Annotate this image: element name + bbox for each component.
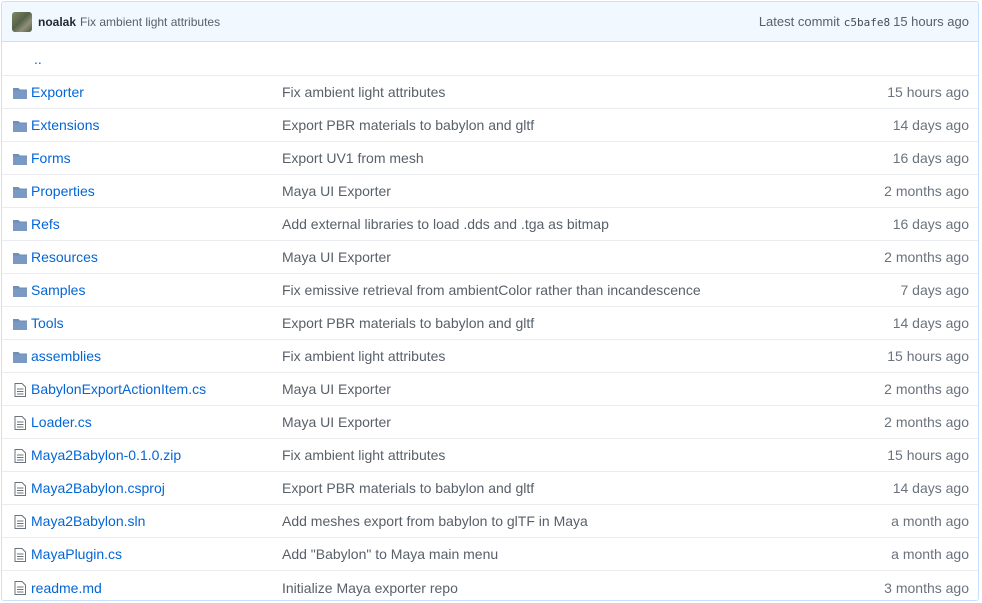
file-icon bbox=[12, 580, 28, 596]
file-name-link[interactable]: Loader.cs bbox=[31, 414, 92, 430]
avatar[interactable] bbox=[12, 11, 32, 32]
parent-directory-row: .. bbox=[2, 42, 978, 76]
file-row[interactable]: Forms Export UV1 from mesh 16 days ago bbox=[2, 142, 978, 175]
commit-age: 15 hours ago bbox=[887, 348, 969, 364]
file-name-link[interactable]: Resources bbox=[31, 249, 98, 265]
file-icon bbox=[12, 547, 28, 563]
commit-age: 2 months ago bbox=[884, 414, 969, 430]
file-name-link[interactable]: Extensions bbox=[31, 117, 99, 133]
file-browser: noalak Fix ambient light attributes Late… bbox=[1, 1, 979, 601]
file-row[interactable]: Exporter Fix ambient light attributes 15 h… bbox=[2, 76, 978, 109]
commit-message-link[interactable]: Add "Babylon" to Maya main menu bbox=[282, 546, 498, 562]
file-name-link[interactable]: Forms bbox=[31, 150, 71, 166]
commit-message-link[interactable]: Maya UI Exporter bbox=[282, 249, 391, 265]
file-icon bbox=[12, 514, 28, 530]
commit-message-link[interactable]: Export PBR materials to babylon and gltf bbox=[282, 117, 534, 133]
commit-age: 16 days ago bbox=[892, 216, 969, 232]
file-icon bbox=[12, 415, 28, 431]
commit-message-link[interactable]: Maya UI Exporter bbox=[282, 414, 391, 430]
file-row[interactable]: Properties Maya UI Exporter 2 months ago bbox=[2, 175, 978, 208]
file-list: Exporter Fix ambient light attributes 15 h… bbox=[2, 76, 978, 600]
file-row[interactable]: MayaPlugin.cs Add "Babylon" to Maya main … bbox=[2, 538, 978, 571]
folder-icon bbox=[12, 316, 28, 332]
file-icon bbox=[12, 481, 28, 497]
commit-age: a month ago bbox=[891, 546, 969, 562]
commit-message-link[interactable]: Maya UI Exporter bbox=[282, 183, 391, 199]
folder-icon bbox=[12, 217, 28, 233]
commit-sha-link[interactable]: c5bafe8 bbox=[844, 16, 890, 29]
file-row[interactable]: Maya2Babylon.sln Add meshes export from b… bbox=[2, 505, 978, 538]
file-row[interactable]: Resources Maya UI Exporter 2 months ago bbox=[2, 241, 978, 274]
commit-author-link[interactable]: noalak bbox=[38, 15, 76, 29]
commit-message-link[interactable]: Fix ambient light attributes bbox=[80, 15, 759, 29]
commit-message-link[interactable]: Initialize Maya exporter repo bbox=[282, 580, 458, 596]
file-name-link[interactable]: Maya2Babylon-0.1.0.zip bbox=[31, 447, 181, 463]
file-row[interactable]: Extensions Export PBR materials to babylo… bbox=[2, 109, 978, 142]
commit-age: 14 days ago bbox=[892, 315, 969, 331]
parent-directory-link[interactable]: .. bbox=[34, 52, 42, 66]
file-row[interactable]: readme.md Initialize Maya exporter repo 3 … bbox=[2, 571, 978, 600]
commit-age: a month ago bbox=[891, 513, 969, 529]
file-name-link[interactable]: Maya2Babylon.csproj bbox=[31, 480, 165, 496]
commit-message-link[interactable]: Fix emissive retrieval from ambientColor… bbox=[282, 282, 701, 298]
commit-age: 2 months ago bbox=[884, 381, 969, 397]
folder-icon bbox=[12, 283, 28, 299]
file-name-link[interactable]: readme.md bbox=[31, 580, 102, 596]
folder-icon bbox=[12, 85, 28, 101]
commit-message-link[interactable]: Fix ambient light attributes bbox=[282, 447, 445, 463]
commit-age: 15 hours ago bbox=[893, 14, 969, 29]
commit-message-link[interactable]: Fix ambient light attributes bbox=[282, 84, 445, 100]
file-icon bbox=[12, 448, 28, 464]
file-row[interactable]: Maya2Babylon.csproj Export PBR materials … bbox=[2, 472, 978, 505]
file-icon bbox=[12, 382, 28, 398]
commit-age: 2 months ago bbox=[884, 249, 969, 265]
commit-age: 16 days ago bbox=[892, 150, 969, 166]
folder-icon bbox=[12, 151, 28, 167]
commit-age: 14 days ago bbox=[892, 117, 969, 133]
folder-icon bbox=[12, 118, 28, 134]
commit-message-link[interactable]: Maya UI Exporter bbox=[282, 381, 391, 397]
file-name-link[interactable]: Samples bbox=[31, 282, 85, 298]
file-row[interactable]: Samples Fix emissive retrieval from ambie… bbox=[2, 274, 978, 307]
commit-age: 14 days ago bbox=[892, 480, 969, 496]
commit-message-link[interactable]: Export PBR materials to babylon and gltf bbox=[282, 315, 534, 331]
commit-message-link[interactable]: Add external libraries to load .dds and … bbox=[282, 216, 609, 232]
file-name-link[interactable]: Properties bbox=[31, 183, 95, 199]
file-name-link[interactable]: MayaPlugin.cs bbox=[31, 546, 122, 562]
file-row[interactable]: Loader.cs Maya UI Exporter 2 months ago bbox=[2, 406, 978, 439]
file-row[interactable]: Refs Add external libraries to load .dds … bbox=[2, 208, 978, 241]
folder-icon bbox=[12, 349, 28, 365]
commit-message-link[interactable]: Export PBR materials to babylon and gltf bbox=[282, 480, 534, 496]
file-row[interactable]: Maya2Babylon-0.1.0.zip Fix ambient light … bbox=[2, 439, 978, 472]
file-name-link[interactable]: Tools bbox=[31, 315, 64, 331]
folder-icon bbox=[12, 250, 28, 266]
file-name-link[interactable]: Maya2Babylon.sln bbox=[31, 513, 145, 529]
latest-commit-info: Latest commit c5bafe8 15 hours ago bbox=[759, 14, 969, 29]
commit-message-link[interactable]: Add meshes export from babylon to glTF i… bbox=[282, 513, 588, 529]
commit-message-link[interactable]: Export UV1 from mesh bbox=[282, 150, 424, 166]
latest-commit-label: Latest commit bbox=[758, 14, 840, 29]
file-row[interactable]: assemblies Fix ambient light attributes 15… bbox=[2, 340, 978, 373]
file-name-link[interactable]: BabylonExportActionItem.cs bbox=[31, 381, 206, 397]
file-row[interactable]: Tools Export PBR materials to babylon and… bbox=[2, 307, 978, 340]
file-row[interactable]: BabylonExportActionItem.cs Maya UI Export… bbox=[2, 373, 978, 406]
folder-icon bbox=[12, 184, 28, 200]
commit-age: 3 months ago bbox=[884, 579, 969, 596]
commit-age: 15 hours ago bbox=[887, 84, 969, 100]
commit-message-link[interactable]: Fix ambient light attributes bbox=[282, 348, 445, 364]
file-name-link[interactable]: Exporter bbox=[31, 84, 84, 100]
commit-age: 7 days ago bbox=[900, 282, 970, 298]
file-name-link[interactable]: Refs bbox=[31, 216, 60, 232]
commit-age: 2 months ago bbox=[884, 183, 969, 199]
commit-age: 15 hours ago bbox=[887, 447, 969, 463]
file-name-link[interactable]: assemblies bbox=[31, 348, 101, 364]
latest-commit-bar: noalak Fix ambient light attributes Late… bbox=[2, 2, 978, 42]
